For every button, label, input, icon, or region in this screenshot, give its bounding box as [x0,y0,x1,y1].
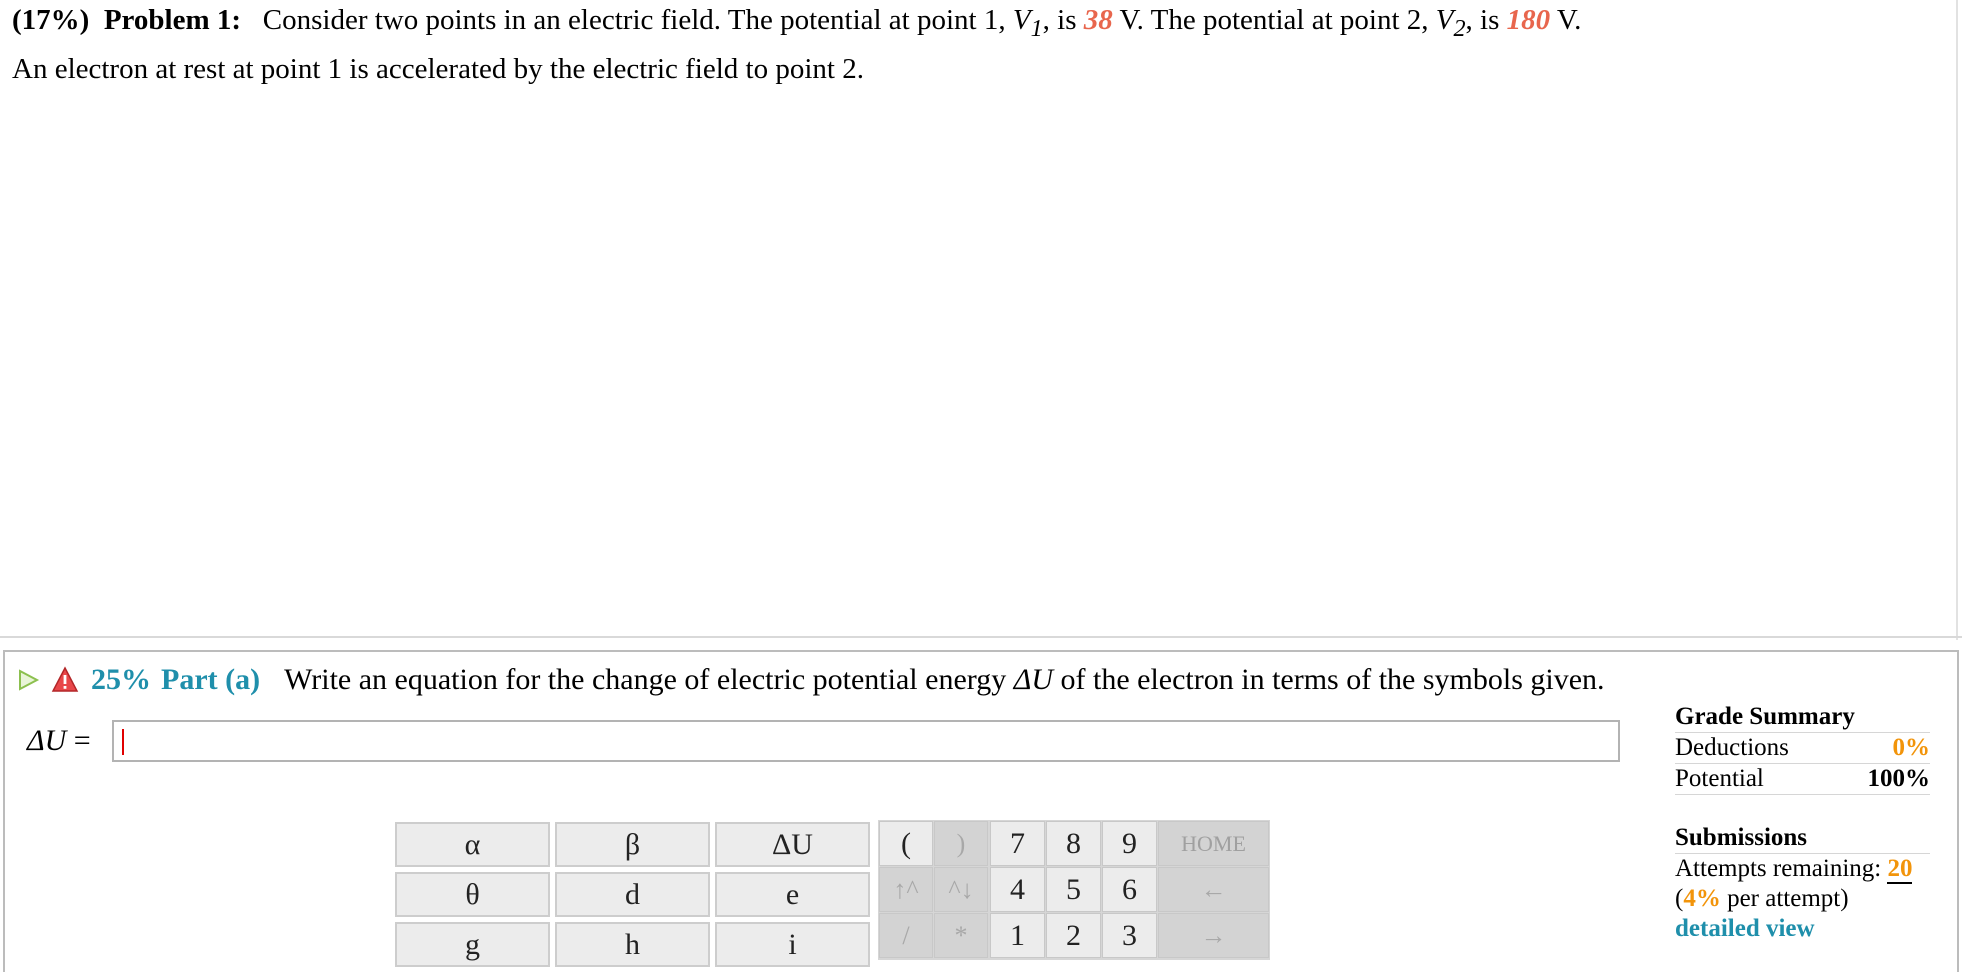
key-home[interactable]: HOME [1158,821,1269,866]
v2-symbol: V [1435,4,1454,36]
key-divide[interactable]: / [879,913,933,958]
potential-value: 100% [1867,765,1931,792]
problem-text-b: , is [1042,4,1077,36]
potential-row: Potential 100% [1675,764,1930,795]
play-icon[interactable] [15,667,41,693]
per-attempt-text: per attempt) [1720,885,1849,912]
submissions-title: Submissions [1675,823,1930,854]
side-panel: Grade Summary Deductions 0% Potential 10… [1675,702,1930,944]
v1-value: 38 [1083,4,1113,36]
grade-summary-title: Grade Summary [1675,702,1930,733]
key-1[interactable]: 1 [990,913,1045,958]
problem-line-2: An electron at rest at point 1 is accele… [12,52,864,85]
deductions-row: Deductions 0% [1675,733,1930,764]
key-4[interactable]: 4 [990,867,1045,912]
part-name: Part (a) [161,663,261,696]
part-prompt-a: Write an equation for the change of elec… [284,663,1007,696]
v1-symbol: V [1012,4,1031,36]
part-a-header: 25% Part (a) Write an equation for the ch… [15,658,1605,702]
key-6[interactable]: 6 [1102,867,1157,912]
warning-icon [51,666,79,692]
problem-text-a: Consider two points in an electric field… [262,4,1006,36]
v2-subscript: 2 [1453,14,1466,42]
key-alpha[interactable]: α [395,822,550,867]
problem-text-c: V. The potential at point 2, [1119,4,1429,36]
key-theta[interactable]: θ [395,872,550,917]
symbol-keypad: α β ΔU θ d e g h i [395,822,870,967]
key-2[interactable]: 2 [1046,913,1101,958]
key-down[interactable]: ^↓ [934,867,988,912]
per-attempt-value: 4% [1683,885,1721,912]
key-5[interactable]: 5 [1046,867,1101,912]
key-up[interactable]: ↑^ [879,867,933,912]
v1-subscript: 1 [1030,14,1043,42]
number-keypad: ( ) 7 8 9 HOME ↑^ ^↓ 4 5 6 ← / * 1 2 3 → [878,820,1270,960]
key-delta-u[interactable]: ΔU [715,822,870,867]
key-d[interactable]: d [555,872,710,917]
key-h[interactable]: h [555,922,710,967]
answer-label-symbol: ΔU [27,724,67,757]
key-i[interactable]: i [715,922,870,967]
problem-label: Problem 1: [103,4,242,36]
problem-text-d: , is [1465,4,1500,36]
part-prompt-symbol: ΔU [1013,663,1053,696]
part-prompt-b: of the electron in terms of the symbols … [1060,663,1605,696]
attempts-value: 20 [1887,855,1913,884]
section-divider [0,636,1962,638]
key-multiply[interactable]: * [934,913,988,958]
key-g[interactable]: g [395,922,550,967]
answer-label: ΔU = [27,724,91,758]
answer-label-equals: = [66,724,91,757]
part-percent: 25% [91,663,151,696]
deductions-value: 0% [1892,734,1931,761]
text-caret [122,729,124,755]
v2-value: 180 [1506,4,1551,36]
attempts-line: Attempts remaining: 20 [1675,854,1930,884]
key-close-paren[interactable]: ) [934,821,988,866]
deductions-label: Deductions [1675,734,1789,761]
key-open-paren[interactable]: ( [879,821,933,866]
key-beta[interactable]: β [555,822,710,867]
part-a-panel: 25% Part (a) Write an equation for the ch… [3,650,1959,972]
key-backspace[interactable]: ← [1158,867,1269,912]
key-forward[interactable]: → [1158,913,1269,958]
key-8[interactable]: 8 [1046,821,1101,866]
key-7[interactable]: 7 [990,821,1045,866]
attempts-label: Attempts remaining: [1675,855,1882,882]
key-e[interactable]: e [715,872,870,917]
key-3[interactable]: 3 [1102,913,1157,958]
problem-statement: (17%) Problem 1: Consider two points in … [12,0,1942,90]
answer-input[interactable] [112,720,1620,762]
right-divider [1956,0,1958,640]
key-9[interactable]: 9 [1102,821,1157,866]
problem-weight: (17%) [12,4,90,36]
potential-label: Potential [1675,765,1764,792]
per-attempt-line: (4% per attempt) [1675,884,1930,914]
problem-text-e: V. [1556,4,1582,36]
detailed-view-link[interactable]: detailed view [1675,914,1930,944]
